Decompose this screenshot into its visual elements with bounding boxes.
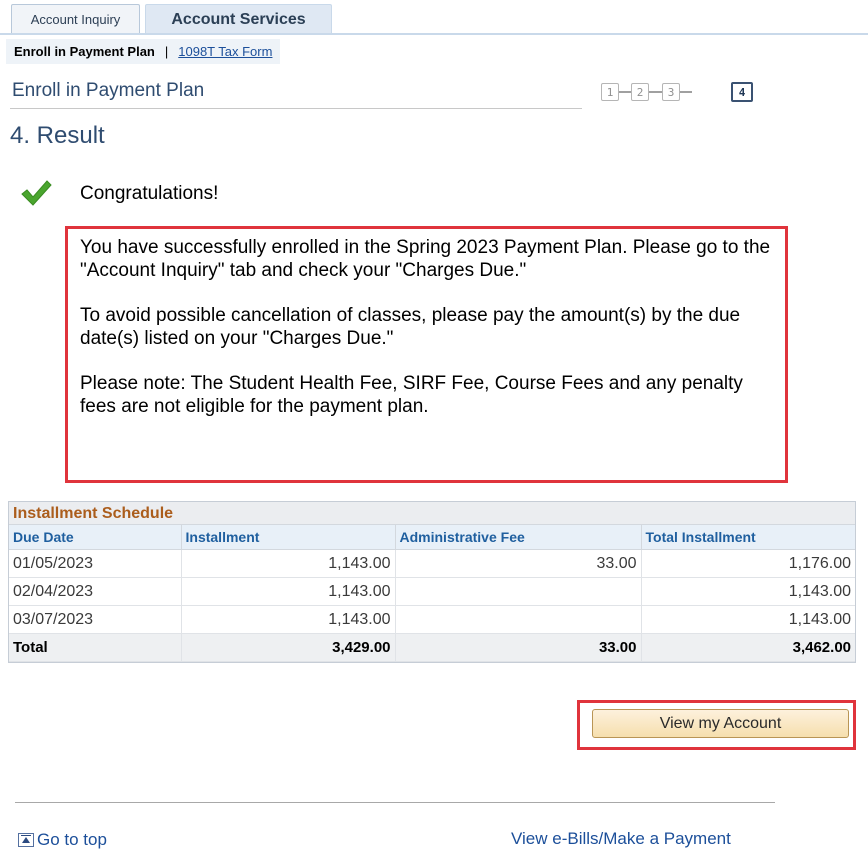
subnav-separator: | — [164, 44, 169, 59]
step-4-current: 4 — [731, 82, 753, 102]
column-header-admin-fee: Administrative Fee — [394, 525, 641, 550]
installment-table: Due Date Installment Administrative Fee … — [9, 525, 855, 662]
cell-admin-fee: 33.00 — [394, 549, 641, 578]
cell-installment: 1,143.00 — [180, 549, 395, 578]
step-2: 2 — [631, 83, 649, 101]
cell-total-installment: 1,143.00 — [640, 605, 855, 634]
cell-installment: 1,143.00 — [180, 577, 395, 606]
column-header-installment: Installment — [180, 525, 395, 550]
cell-admin-fee — [394, 605, 641, 634]
cell-due-date: 03/07/2023 — [9, 605, 181, 634]
table-row: 02/04/2023 1,143.00 1,143.00 — [9, 577, 855, 606]
view-my-account-label: View my Account — [659, 714, 782, 732]
cell-total-installment-sum: 3,429.00 — [180, 633, 395, 662]
column-header-due-date: Due Date — [9, 525, 181, 550]
subnav-current: Enroll in Payment Plan — [14, 44, 155, 59]
view-ebills-link[interactable]: View e-Bills/Make a Payment — [511, 829, 731, 849]
tab-account-services-label: Account Services — [171, 11, 306, 28]
footer-divider — [15, 802, 775, 803]
step-connector — [649, 91, 662, 93]
subnav: Enroll in Payment Plan | 1098T Tax Form — [6, 39, 281, 64]
cell-total-installment: 1,143.00 — [640, 577, 855, 606]
cell-total-label: Total — [9, 633, 181, 662]
grid-caption: Installment Schedule — [9, 502, 855, 525]
enrollment-message-box: You have successfully enrolled in the Sp… — [65, 226, 788, 483]
message-paragraph-2: To avoid possible cancellation of classe… — [80, 305, 741, 349]
view-my-account-button[interactable]: View my Account — [592, 709, 849, 738]
step-connector — [680, 91, 692, 93]
tab-account-inquiry[interactable]: Account Inquiry — [11, 4, 140, 33]
cell-total-admin-fee: 33.00 — [394, 633, 641, 662]
title-divider — [10, 108, 582, 109]
section-title: 4. Result — [10, 122, 105, 149]
congratulations-text: Congratulations! — [80, 183, 219, 204]
go-to-top-label: Go to top — [37, 830, 107, 849]
cell-grand-total: 3,462.00 — [640, 633, 855, 662]
table-row: 01/05/2023 1,143.00 33.00 1,176.00 — [9, 549, 855, 578]
checkmark-icon — [21, 180, 52, 206]
cell-admin-fee — [394, 577, 641, 606]
cell-installment: 1,143.00 — [180, 605, 395, 634]
step-1: 1 — [601, 83, 619, 101]
column-header-total-installment: Total Installment — [640, 525, 855, 550]
tab-account-services[interactable]: Account Services — [145, 4, 332, 35]
table-total-row: Total 3,429.00 33.00 3,462.00 — [9, 633, 855, 662]
cell-due-date: 01/05/2023 — [9, 549, 181, 578]
step-connector — [619, 91, 631, 93]
message-paragraph-1: You have successfully enrolled in the Sp… — [80, 237, 771, 281]
table-row: 03/07/2023 1,143.00 1,143.00 — [9, 605, 855, 634]
cell-due-date: 02/04/2023 — [9, 577, 181, 606]
go-to-top-icon — [18, 833, 34, 847]
table-header-row: Due Date Installment Administrative Fee … — [9, 525, 855, 550]
message-paragraph-3: Please note: The Student Health Fee, SIR… — [80, 373, 743, 417]
subnav-link-1098t[interactable]: 1098T Tax Form — [178, 44, 272, 59]
go-to-top-link[interactable]: Go to top — [18, 830, 107, 850]
tab-divider — [0, 33, 868, 35]
installment-schedule-grid: Installment Schedule Due Date Installmen… — [8, 501, 856, 663]
tab-account-inquiry-label: Account Inquiry — [30, 11, 121, 27]
cell-total-installment: 1,176.00 — [640, 549, 855, 578]
step-3: 3 — [662, 83, 680, 101]
page-title: Enroll in Payment Plan — [12, 80, 205, 101]
